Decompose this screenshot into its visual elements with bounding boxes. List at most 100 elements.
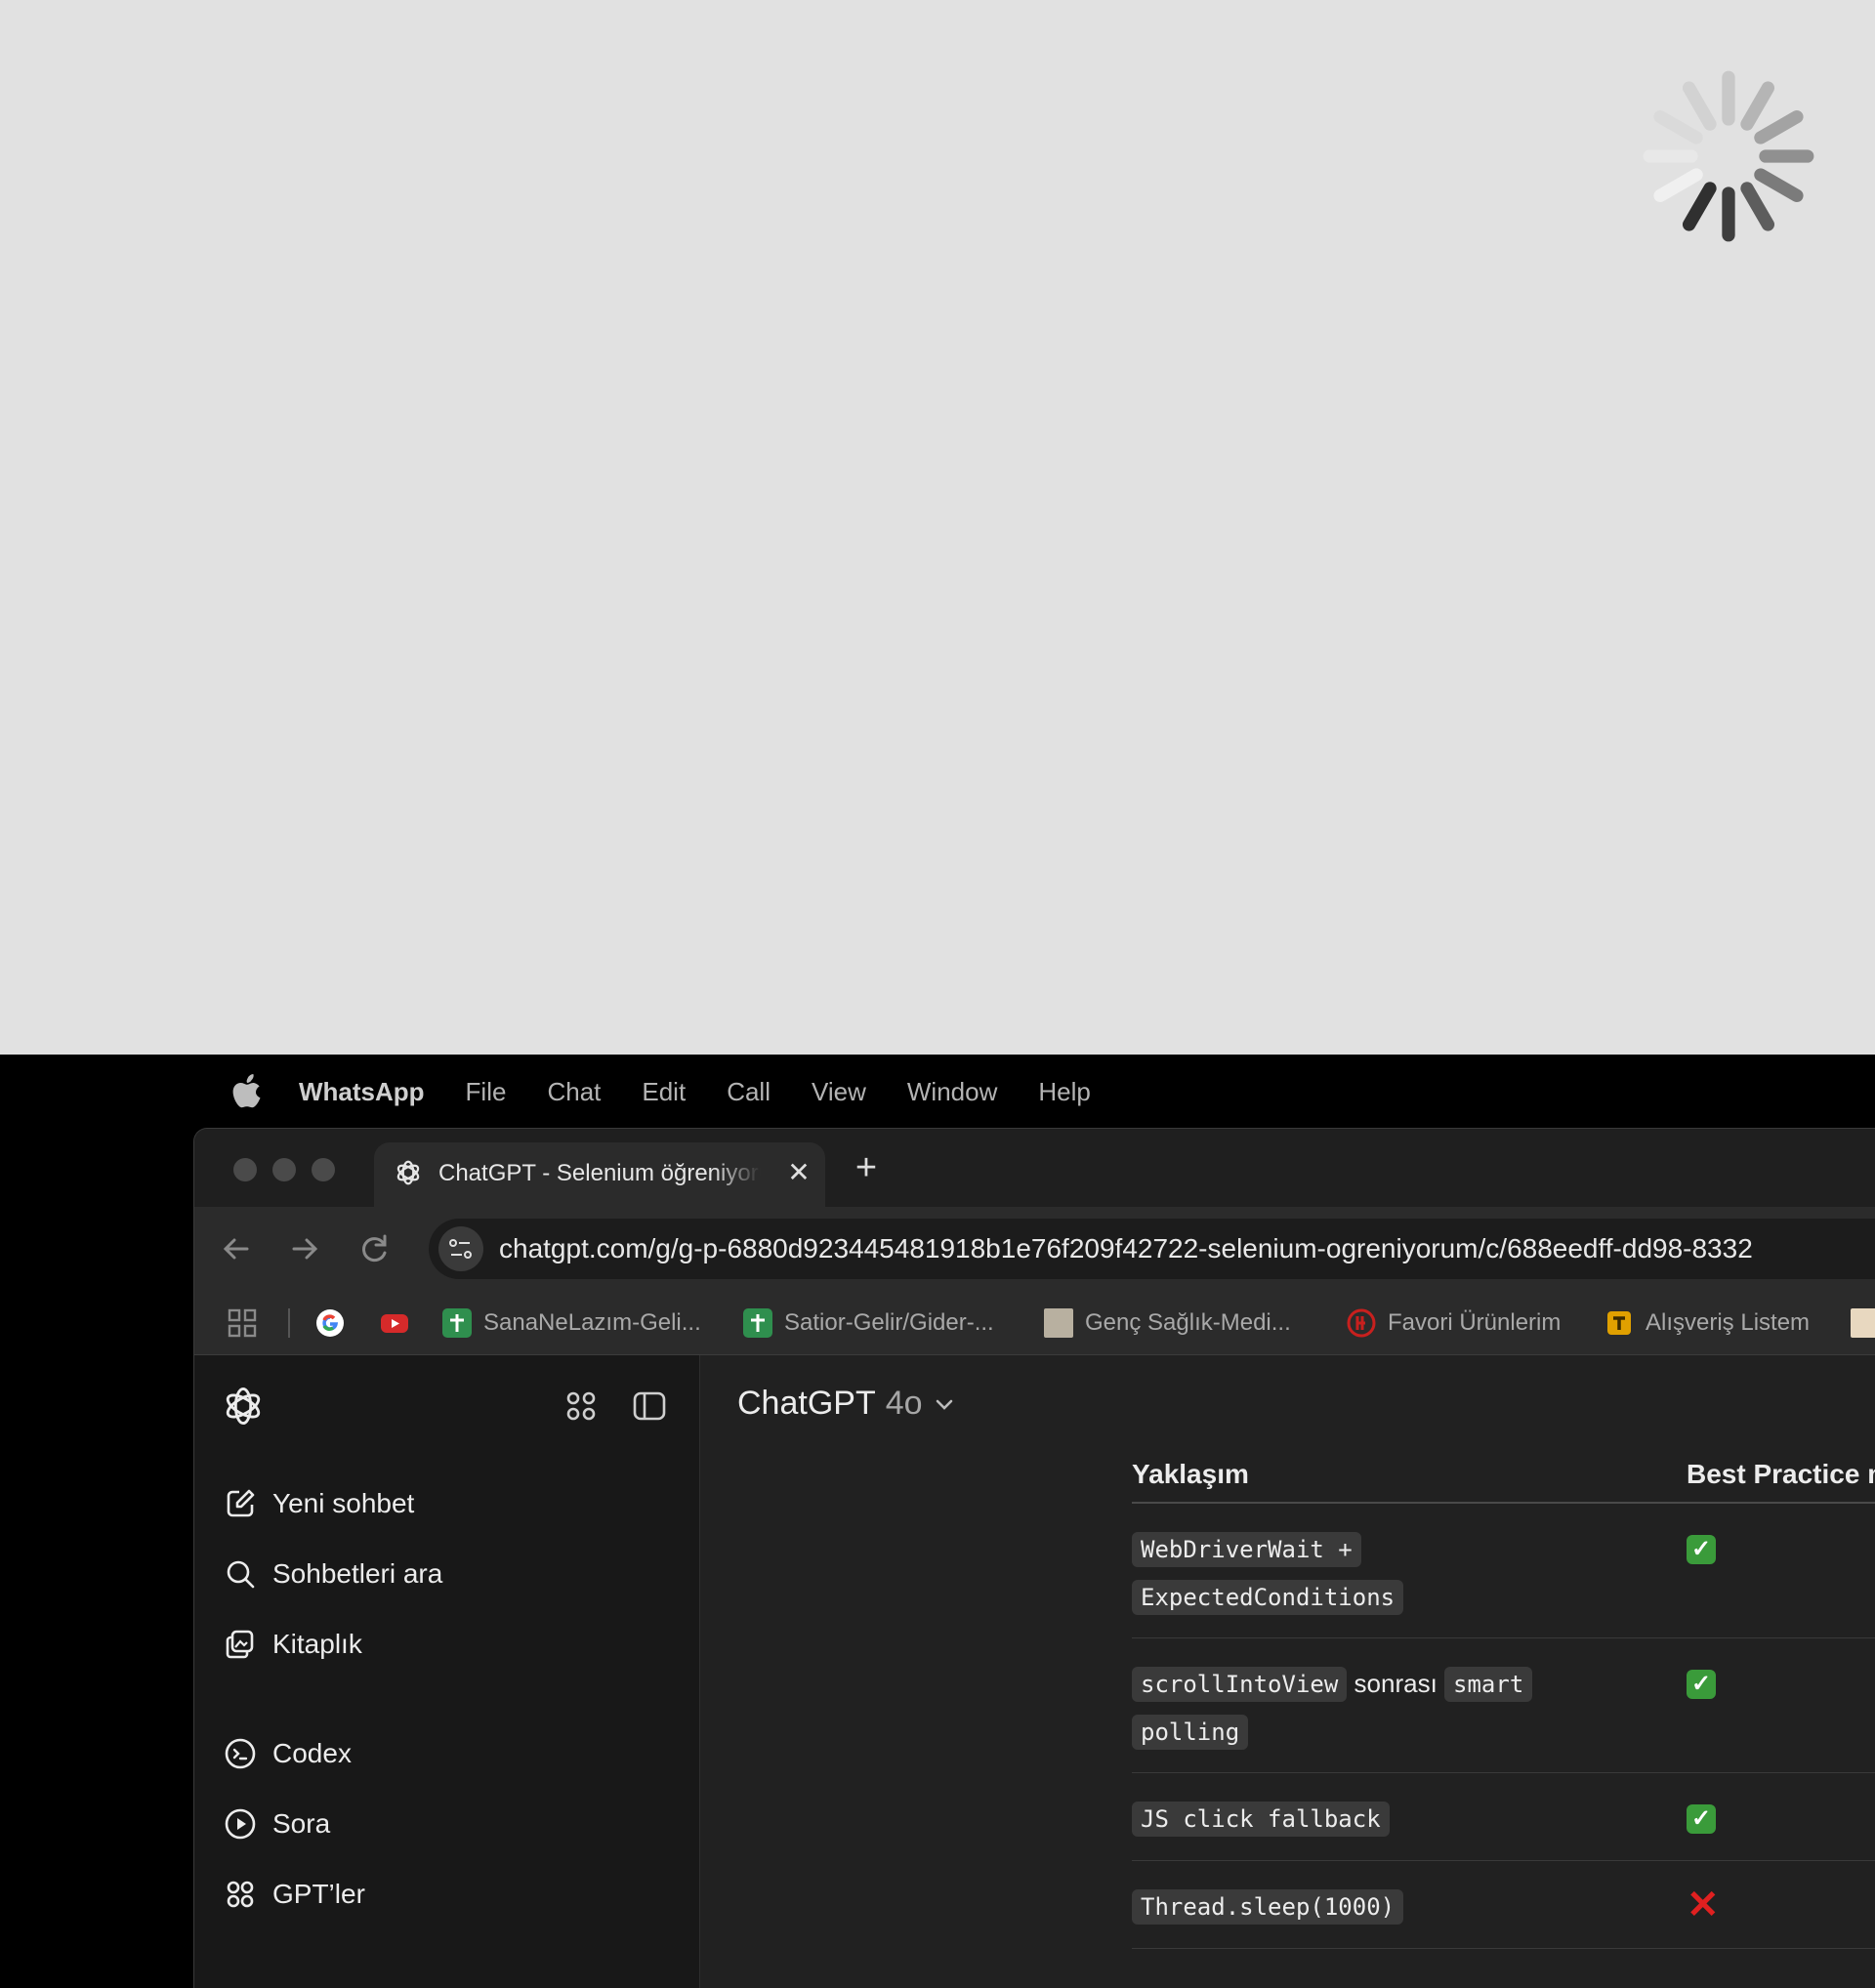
google-icon bbox=[316, 1309, 344, 1337]
menu-call[interactable]: Call bbox=[727, 1077, 771, 1107]
menu-edit[interactable]: Edit bbox=[642, 1077, 686, 1107]
sheets-icon bbox=[743, 1308, 772, 1338]
sidebar-item-new-chat[interactable]: Yeni sohbet bbox=[224, 1482, 414, 1525]
bookmark-separator bbox=[288, 1308, 290, 1338]
table-cell: scrollIntoView sonrası smart polling bbox=[1132, 1660, 1542, 1756]
bookmark-youtube[interactable] bbox=[380, 1305, 421, 1342]
address-bar[interactable]: chatgpt.com/g/g-p-6880d923445481918b1e76… bbox=[429, 1219, 1875, 1279]
tab-close-icon[interactable]: ✕ bbox=[784, 1158, 813, 1187]
apps-grid-icon[interactable] bbox=[228, 1308, 257, 1338]
model-version: 4o bbox=[885, 1385, 923, 1422]
table-row: JS click fallback ✓ bbox=[1132, 1773, 1875, 1861]
model-name: ChatGPT bbox=[737, 1385, 876, 1422]
table-row: WebDriverWait + ExpectedConditions ✓ bbox=[1132, 1504, 1875, 1638]
menu-file[interactable]: File bbox=[466, 1077, 507, 1107]
main-chat-area: ChatGPT 4o Yaklaşım Best Practice m WebD… bbox=[700, 1355, 1875, 1988]
library-icon bbox=[226, 1630, 254, 1659]
n-icon bbox=[1851, 1308, 1875, 1338]
desktop-area: WhatsApp File Chat Edit Call View Window… bbox=[0, 1055, 1875, 1988]
window-minimize-button[interactable] bbox=[272, 1158, 296, 1181]
code-span: WebDriverWait + bbox=[1132, 1532, 1361, 1567]
sidebar-item-gpts[interactable]: GPT’ler bbox=[224, 1873, 365, 1916]
table-cell: WebDriverWait + ExpectedConditions bbox=[1132, 1525, 1542, 1621]
loading-area bbox=[0, 0, 1875, 1055]
table-header: Yaklaşım bbox=[1132, 1459, 1249, 1489]
apps-grid-icon[interactable] bbox=[563, 1388, 599, 1424]
play-icon bbox=[225, 1808, 256, 1840]
sidebar-item-label: Codex bbox=[272, 1738, 352, 1768]
bookmark-favori-urunlerim[interactable]: Favori Ürünlerim bbox=[1347, 1305, 1561, 1342]
table-row: Thread.sleep(1000) ✕ bbox=[1132, 1861, 1875, 1949]
model-selector[interactable]: ChatGPT 4o bbox=[737, 1385, 956, 1423]
apple-logo-icon[interactable] bbox=[230, 1074, 264, 1109]
table-row: scrollIntoView sonrası smart polling ✓ bbox=[1132, 1638, 1875, 1773]
url-text: chatgpt.com/g/g-p-6880d923445481918b1e76… bbox=[499, 1233, 1753, 1263]
sidebar-item-label: Sohbetleri ara bbox=[272, 1558, 443, 1589]
menu-view[interactable]: View bbox=[812, 1077, 866, 1107]
code-span: smart bbox=[1444, 1667, 1533, 1702]
check-icon: ✓ bbox=[1687, 1804, 1716, 1834]
bookmark-overflow[interactable] bbox=[1851, 1305, 1875, 1342]
sidebar-item-label: Sora bbox=[272, 1808, 331, 1839]
bookmark-satior[interactable]: Satior-Gelir/Gider-... bbox=[743, 1305, 994, 1342]
bookmark-label: Alışveriş Listem bbox=[1646, 1309, 1811, 1336]
sidebar: Yeni sohbet Sohbetleri ara Kitaplık Code… bbox=[194, 1355, 700, 1988]
sheets-icon bbox=[442, 1308, 472, 1338]
code-span: Thread.sleep(1000) bbox=[1132, 1889, 1404, 1925]
bookmark-genc-saglik[interactable]: Genç Sağlık-Medi... bbox=[1044, 1305, 1291, 1342]
sidebar-item-library[interactable]: Kitaplık bbox=[224, 1623, 362, 1666]
chatgpt-page: Yeni sohbet Sohbetleri ara Kitaplık Code… bbox=[194, 1355, 1875, 1988]
menu-window[interactable]: Window bbox=[907, 1077, 997, 1107]
bookmark-google[interactable] bbox=[315, 1305, 356, 1342]
code-span: scrollIntoView bbox=[1132, 1667, 1348, 1702]
loading-spinner-icon bbox=[1643, 70, 1814, 242]
code-span: polling bbox=[1132, 1715, 1249, 1750]
window-close-button[interactable] bbox=[233, 1158, 257, 1181]
menu-chat[interactable]: Chat bbox=[547, 1077, 601, 1107]
site-settings-icon[interactable] bbox=[438, 1226, 483, 1271]
menu-app-name[interactable]: WhatsApp bbox=[299, 1077, 425, 1107]
code-span: ExpectedConditions bbox=[1132, 1580, 1404, 1615]
sidebar-item-codex[interactable]: Codex bbox=[224, 1732, 352, 1775]
browser-window: ChatGPT - Selenium öğreniyorum ✕ + chatg… bbox=[193, 1128, 1875, 1988]
sidebar-toggle-icon[interactable] bbox=[632, 1388, 667, 1424]
bookmark-alisveris-listem[interactable]: Alışveriş Listem bbox=[1604, 1305, 1810, 1342]
brand-icon bbox=[1347, 1308, 1376, 1338]
edit-icon bbox=[227, 1489, 255, 1517]
grid-icon bbox=[227, 1881, 254, 1908]
openai-icon bbox=[396, 1160, 420, 1185]
t-icon bbox=[1607, 1311, 1631, 1335]
chevron-down-icon bbox=[936, 1399, 952, 1410]
check-icon: ✓ bbox=[1687, 1535, 1716, 1564]
reload-icon[interactable] bbox=[354, 1228, 396, 1269]
bookmark-label: Satior-Gelir/Gider-... bbox=[784, 1309, 994, 1336]
search-icon bbox=[227, 1560, 255, 1589]
sidebar-item-search[interactable]: Sohbetleri ara bbox=[224, 1553, 442, 1595]
youtube-icon bbox=[381, 1314, 408, 1333]
cell-text: sonrası bbox=[1354, 1669, 1438, 1698]
window-zoom-button[interactable] bbox=[312, 1158, 335, 1181]
image-icon bbox=[1044, 1308, 1073, 1338]
check-icon: ✓ bbox=[1687, 1670, 1716, 1699]
tab-title: ChatGPT - Selenium öğreniyorum bbox=[438, 1160, 761, 1186]
menu-bar: WhatsApp File Chat Edit Call View Window… bbox=[0, 1055, 1875, 1129]
table-header: Best Practice m bbox=[1687, 1459, 1875, 1489]
sidebar-item-label: Yeni sohbet bbox=[272, 1488, 415, 1518]
table-header-row: Yaklaşım Best Practice m bbox=[1132, 1443, 1875, 1504]
forward-arrow-icon[interactable] bbox=[284, 1228, 325, 1269]
back-arrow-icon[interactable] bbox=[216, 1228, 257, 1269]
sidebar-item-label: Kitaplık bbox=[272, 1629, 362, 1659]
table-cell: Thread.sleep(1000) bbox=[1132, 1883, 1542, 1930]
menu-help[interactable]: Help bbox=[1038, 1077, 1090, 1107]
openai-logo-icon[interactable] bbox=[222, 1385, 265, 1428]
sidebar-item-sora[interactable]: Sora bbox=[224, 1802, 330, 1845]
tab-strip: ChatGPT - Selenium öğreniyorum ✕ + bbox=[194, 1129, 1875, 1207]
bookmark-label: SanaNeLazım-Geli... bbox=[483, 1309, 701, 1336]
sidebar-item-label: GPT’ler bbox=[272, 1879, 365, 1909]
bookmark-sananelazim[interactable]: SanaNeLazım-Geli... bbox=[442, 1305, 701, 1342]
comparison-table: Yaklaşım Best Practice m WebDriverWait +… bbox=[1132, 1443, 1875, 1949]
tab-chatgpt[interactable]: ChatGPT - Selenium öğreniyorum ✕ bbox=[374, 1142, 825, 1207]
bookmark-label: Favori Ürünlerim bbox=[1388, 1309, 1562, 1336]
new-tab-button[interactable]: + bbox=[847, 1148, 886, 1187]
cross-icon: ✕ bbox=[1687, 1884, 1720, 1926]
